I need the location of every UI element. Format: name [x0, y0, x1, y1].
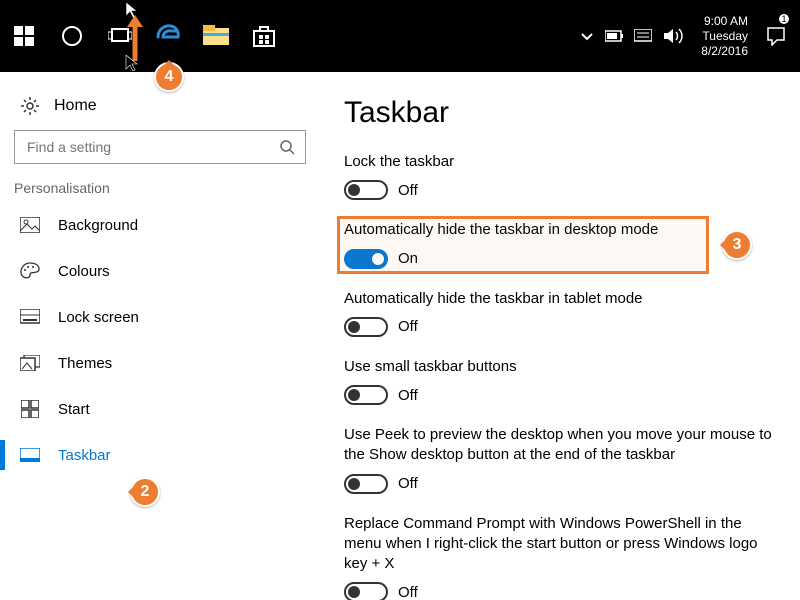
taskbar-app-file-explorer[interactable] — [192, 0, 240, 72]
sidebar-item-label: Start — [58, 401, 90, 418]
option-label: Use small taskbar buttons — [344, 357, 782, 377]
option-label: Use Peek to preview the desktop when you… — [344, 425, 782, 466]
sidebar-item-label: Themes — [58, 355, 112, 372]
themes-icon — [20, 355, 40, 371]
option-lock-taskbar: Lock the taskbar Off — [344, 152, 782, 200]
option-powershell: Replace Command Prompt with Windows Powe… — [344, 514, 782, 600]
toggle-peek[interactable] — [344, 474, 388, 494]
sidebar-navlist: Background Colours Lock screen Themes St… — [14, 202, 306, 478]
option-label: Automatically hide the taskbar in tablet… — [344, 289, 782, 309]
settings-window: Home Personalisation Background Colours … — [0, 72, 800, 600]
action-center-button[interactable]: 1 — [758, 26, 794, 46]
sidebar-item-start[interactable]: Start — [14, 386, 306, 432]
edge-icon — [155, 23, 181, 49]
taskbar-icon — [20, 448, 40, 462]
sidebar-item-label: Taskbar — [58, 447, 111, 464]
option-label: Replace Command Prompt with Windows Powe… — [344, 514, 782, 575]
cursor-icon — [124, 55, 140, 71]
toggle-state: Off — [398, 318, 418, 335]
keyboard-icon — [634, 29, 652, 43]
lock-screen-icon — [20, 309, 40, 325]
page-title: Taskbar — [344, 96, 782, 130]
sidebar-item-label: Lock screen — [58, 309, 139, 326]
tray-overflow-button[interactable] — [573, 0, 601, 72]
settings-content: Taskbar Lock the taskbar Off Automatical… — [320, 72, 800, 600]
toggle-state: Off — [398, 475, 418, 492]
gear-icon — [20, 96, 40, 116]
battery-icon — [605, 30, 625, 42]
file-explorer-icon — [203, 25, 229, 47]
cortana-icon — [61, 25, 83, 47]
sidebar-home-label: Home — [54, 97, 97, 115]
toggle-lock-taskbar[interactable] — [344, 180, 388, 200]
clock-time: 9:00 AM — [701, 14, 748, 29]
taskbar-app-store[interactable] — [240, 0, 288, 72]
annotation-callout-4: 4 — [154, 62, 184, 92]
toggle-powershell[interactable] — [344, 582, 388, 600]
sidebar-item-label: Background — [58, 217, 138, 234]
toggle-state: Off — [398, 182, 418, 199]
annotation-highlight-box — [337, 216, 709, 274]
toggle-state: Off — [398, 584, 418, 600]
toggle-state: Off — [398, 387, 418, 404]
sidebar-category: Personalisation — [14, 164, 306, 202]
picture-icon — [20, 217, 40, 233]
sidebar-item-themes[interactable]: Themes — [14, 340, 306, 386]
sidebar-item-lock-screen[interactable]: Lock screen — [14, 294, 306, 340]
search-input[interactable] — [25, 138, 279, 156]
sidebar-item-taskbar[interactable]: Taskbar — [14, 432, 306, 478]
sidebar-item-label: Colours — [58, 263, 110, 280]
option-small-buttons: Use small taskbar buttons Off — [344, 357, 782, 405]
start-button[interactable] — [0, 0, 48, 72]
store-icon — [252, 24, 276, 48]
action-center-badge: 1 — [779, 14, 789, 24]
taskbar-tray: 9:00 AM Tuesday 8/2/2016 1 — [573, 0, 800, 72]
option-peek: Use Peek to preview the desktop when you… — [344, 425, 782, 494]
settings-search[interactable] — [14, 130, 306, 164]
sidebar-item-background[interactable]: Background — [14, 202, 306, 248]
search-icon — [279, 139, 295, 155]
start-tiles-icon — [21, 400, 39, 418]
toggle-autohide-tablet[interactable] — [344, 317, 388, 337]
option-autohide-tablet: Automatically hide the taskbar in tablet… — [344, 289, 782, 337]
annotation-callout-2: 2 — [130, 477, 160, 507]
volume-icon — [663, 27, 685, 45]
sidebar-item-colours[interactable]: Colours — [14, 248, 306, 294]
windows-logo-icon — [14, 26, 34, 46]
tray-clock[interactable]: 9:00 AM Tuesday 8/2/2016 — [691, 14, 758, 59]
settings-sidebar: Home Personalisation Background Colours … — [0, 72, 320, 600]
clock-date: 8/2/2016 — [701, 44, 748, 59]
tray-battery[interactable] — [601, 0, 629, 72]
cortana-button[interactable] — [48, 0, 96, 72]
tray-input-indicator[interactable] — [629, 0, 657, 72]
sidebar-home[interactable]: Home — [14, 92, 306, 130]
windows-taskbar: 9:00 AM Tuesday 8/2/2016 1 — [0, 0, 800, 72]
palette-icon — [20, 262, 40, 280]
chevron-down-icon — [580, 29, 594, 43]
action-center-icon — [766, 26, 786, 46]
clock-day: Tuesday — [701, 29, 748, 44]
tray-volume[interactable] — [657, 0, 691, 72]
taskbar-left — [0, 0, 288, 72]
toggle-small-buttons[interactable] — [344, 385, 388, 405]
annotation-callout-3: 3 — [722, 230, 752, 260]
option-label: Lock the taskbar — [344, 152, 782, 172]
